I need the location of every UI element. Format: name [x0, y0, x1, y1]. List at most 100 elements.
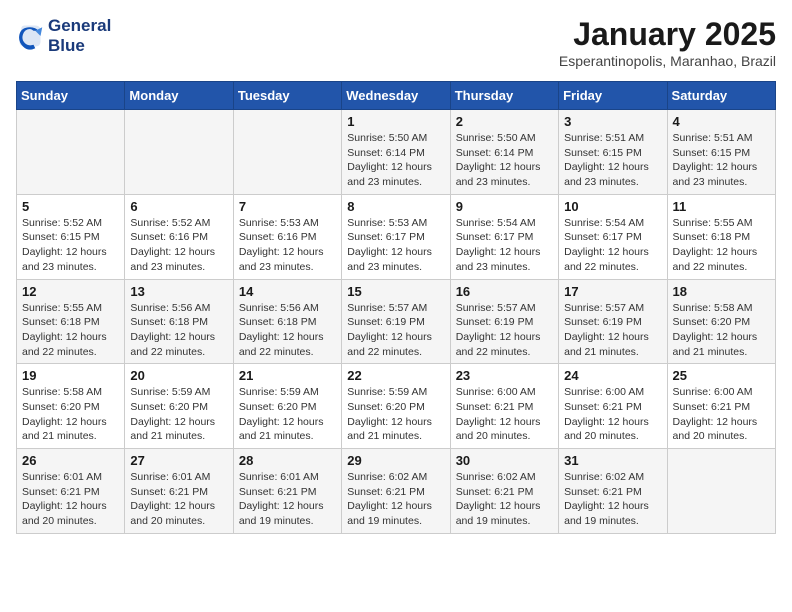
day-number: 28	[239, 453, 336, 468]
page-header: General Blue January 2025 Esperantinopol…	[16, 16, 776, 69]
calendar-cell: 22Sunrise: 5:59 AMSunset: 6:20 PMDayligh…	[342, 364, 450, 449]
calendar-cell	[233, 110, 341, 195]
calendar-cell: 6Sunrise: 5:52 AMSunset: 6:16 PMDaylight…	[125, 194, 233, 279]
day-number: 14	[239, 284, 336, 299]
calendar-cell: 23Sunrise: 6:00 AMSunset: 6:21 PMDayligh…	[450, 364, 558, 449]
day-number: 23	[456, 368, 553, 383]
day-info: Sunrise: 5:57 AMSunset: 6:19 PMDaylight:…	[456, 301, 553, 360]
day-number: 18	[673, 284, 770, 299]
day-info: Sunrise: 5:59 AMSunset: 6:20 PMDaylight:…	[347, 385, 444, 444]
logo-icon	[16, 22, 44, 50]
calendar-cell: 18 Sunrise: 5:58 AMSunset: 6:20 PMDayligh…	[667, 279, 775, 364]
day-info: Sunrise: 5:56 AMSunset: 6:18 PMDaylight:…	[239, 301, 336, 360]
calendar-cell	[667, 449, 775, 534]
day-number: 7	[239, 199, 336, 214]
day-info: Sunrise: 6:01 AMSunset: 6:21 PMDaylight:…	[239, 470, 336, 529]
calendar-cell: 10 Sunrise: 5:54 AMSunset: 6:17 PMDayligh…	[559, 194, 667, 279]
day-number: 6	[130, 199, 227, 214]
day-number: 24	[564, 368, 661, 383]
week-row-5: 26 Sunrise: 6:01 AMSunset: 6:21 PMDayligh…	[17, 449, 776, 534]
day-info: Sunrise: 5:53 AMSunset: 6:16 PMDaylight:…	[239, 216, 336, 275]
calendar-cell: 3 Sunrise: 5:51 AMSunset: 6:15 PMDaylight…	[559, 110, 667, 195]
calendar-cell	[125, 110, 233, 195]
month-title: January 2025	[559, 16, 776, 53]
day-info: Sunrise: 6:01 AMSunset: 6:21 PMDaylight:…	[130, 470, 227, 529]
calendar-cell: 8 Sunrise: 5:53 AMSunset: 6:17 PMDaylight…	[342, 194, 450, 279]
calendar-cell: 29Sunrise: 6:02 AMSunset: 6:21 PMDayligh…	[342, 449, 450, 534]
header-tuesday: Tuesday	[233, 82, 341, 110]
day-info: Sunrise: 5:50 AMSunset: 6:14 PMDaylight:…	[347, 131, 444, 190]
calendar-cell: 17 Sunrise: 5:57 AMSunset: 6:19 PMDayligh…	[559, 279, 667, 364]
calendar-cell: 2 Sunrise: 5:50 AMSunset: 6:14 PMDaylight…	[450, 110, 558, 195]
calendar-cell: 24 Sunrise: 6:00 AMSunset: 6:21 PMDayligh…	[559, 364, 667, 449]
day-number: 16	[456, 284, 553, 299]
day-info: Sunrise: 5:53 AMSunset: 6:17 PMDaylight:…	[347, 216, 444, 275]
weekday-header-row: SundayMondayTuesdayWednesdayThursdayFrid…	[17, 82, 776, 110]
day-number: 20	[130, 368, 227, 383]
header-saturday: Saturday	[667, 82, 775, 110]
calendar-cell: 26 Sunrise: 6:01 AMSunset: 6:21 PMDayligh…	[17, 449, 125, 534]
day-number: 12	[22, 284, 119, 299]
day-info: Sunrise: 5:51 AMSunset: 6:15 PMDaylight:…	[673, 131, 770, 190]
week-row-4: 19 Sunrise: 5:58 AMSunset: 6:20 PMDayligh…	[17, 364, 776, 449]
calendar-cell: 20 Sunrise: 5:59 AMSunset: 6:20 PMDayligh…	[125, 364, 233, 449]
day-info: Sunrise: 5:54 AMSunset: 6:17 PMDaylight:…	[456, 216, 553, 275]
day-number: 30	[456, 453, 553, 468]
day-number: 19	[22, 368, 119, 383]
day-number: 4	[673, 114, 770, 129]
day-number: 27	[130, 453, 227, 468]
calendar-cell: 27 Sunrise: 6:01 AMSunset: 6:21 PMDayligh…	[125, 449, 233, 534]
calendar-cell: 21 Sunrise: 5:59 AMSunset: 6:20 PMDayligh…	[233, 364, 341, 449]
day-info: Sunrise: 5:59 AMSunset: 6:20 PMDaylight:…	[130, 385, 227, 444]
day-info: Sunrise: 5:51 AMSunset: 6:15 PMDaylight:…	[564, 131, 661, 190]
calendar-cell: 13 Sunrise: 5:56 AMSunset: 6:18 PMDayligh…	[125, 279, 233, 364]
calendar-cell: 9 Sunrise: 5:54 AMSunset: 6:17 PMDaylight…	[450, 194, 558, 279]
calendar-cell	[17, 110, 125, 195]
day-number: 25	[673, 368, 770, 383]
calendar-cell: 28 Sunrise: 6:01 AMSunset: 6:21 PMDayligh…	[233, 449, 341, 534]
calendar-cell: 5 Sunrise: 5:52 AMSunset: 6:15 PMDaylight…	[17, 194, 125, 279]
calendar-cell: 30 Sunrise: 6:02 AMSunset: 6:21 PMDayligh…	[450, 449, 558, 534]
title-area: January 2025 Esperantinopolis, Maranhao,…	[559, 16, 776, 69]
calendar-cell: 15 Sunrise: 5:57 AMSunset: 6:19 PMDayligh…	[342, 279, 450, 364]
day-info: Sunrise: 5:55 AMSunset: 6:18 PMDaylight:…	[22, 301, 119, 360]
calendar-cell: 12 Sunrise: 5:55 AMSunset: 6:18 PMDayligh…	[17, 279, 125, 364]
day-info: Sunrise: 6:02 AMSunset: 6:21 PMDaylight:…	[564, 470, 661, 529]
day-number: 21	[239, 368, 336, 383]
day-info: Sunrise: 5:58 AMSunset: 6:20 PMDaylight:…	[673, 301, 770, 360]
day-info: Sunrise: 5:50 AMSunset: 6:14 PMDaylight:…	[456, 131, 553, 190]
day-number: 10	[564, 199, 661, 214]
calendar-cell: 1Sunrise: 5:50 AMSunset: 6:14 PMDaylight…	[342, 110, 450, 195]
day-number: 3	[564, 114, 661, 129]
day-number: 2	[456, 114, 553, 129]
day-info: Sunrise: 5:57 AMSunset: 6:19 PMDaylight:…	[347, 301, 444, 360]
logo-text: General Blue	[48, 16, 111, 56]
day-number: 8	[347, 199, 444, 214]
day-info: Sunrise: 5:54 AMSunset: 6:17 PMDaylight:…	[564, 216, 661, 275]
day-number: 13	[130, 284, 227, 299]
day-number: 26	[22, 453, 119, 468]
header-monday: Monday	[125, 82, 233, 110]
header-friday: Friday	[559, 82, 667, 110]
day-info: Sunrise: 6:02 AMSunset: 6:21 PMDaylight:…	[456, 470, 553, 529]
day-info: Sunrise: 5:57 AMSunset: 6:19 PMDaylight:…	[564, 301, 661, 360]
day-info: Sunrise: 5:58 AMSunset: 6:20 PMDaylight:…	[22, 385, 119, 444]
day-info: Sunrise: 5:56 AMSunset: 6:18 PMDaylight:…	[130, 301, 227, 360]
day-number: 9	[456, 199, 553, 214]
day-number: 5	[22, 199, 119, 214]
day-number: 17	[564, 284, 661, 299]
day-info: Sunrise: 6:00 AMSunset: 6:21 PMDaylight:…	[564, 385, 661, 444]
header-wednesday: Wednesday	[342, 82, 450, 110]
calendar-cell: 31Sunrise: 6:02 AMSunset: 6:21 PMDayligh…	[559, 449, 667, 534]
day-number: 15	[347, 284, 444, 299]
day-info: Sunrise: 5:52 AMSunset: 6:15 PMDaylight:…	[22, 216, 119, 275]
calendar-cell: 4 Sunrise: 5:51 AMSunset: 6:15 PMDaylight…	[667, 110, 775, 195]
day-info: Sunrise: 6:01 AMSunset: 6:21 PMDaylight:…	[22, 470, 119, 529]
calendar-cell: 25Sunrise: 6:00 AMSunset: 6:21 PMDayligh…	[667, 364, 775, 449]
week-row-2: 5 Sunrise: 5:52 AMSunset: 6:15 PMDaylight…	[17, 194, 776, 279]
day-info: Sunrise: 5:59 AMSunset: 6:20 PMDaylight:…	[239, 385, 336, 444]
logo: General Blue	[16, 16, 111, 56]
calendar-cell: 11Sunrise: 5:55 AMSunset: 6:18 PMDayligh…	[667, 194, 775, 279]
day-info: Sunrise: 5:55 AMSunset: 6:18 PMDaylight:…	[673, 216, 770, 275]
calendar-cell: 7 Sunrise: 5:53 AMSunset: 6:16 PMDaylight…	[233, 194, 341, 279]
